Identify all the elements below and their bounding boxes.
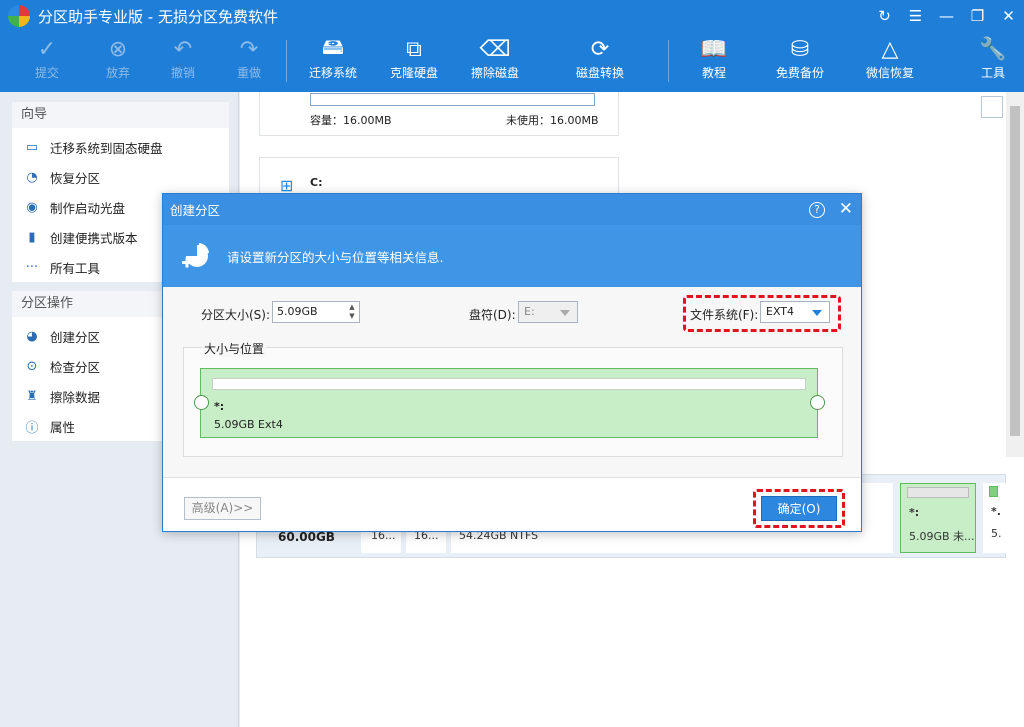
backup-icon: ⛁ [790, 36, 810, 62]
window-title: 分区助手专业版 - 无损分区免费软件 [38, 7, 278, 26]
redo-icon: ↷ [239, 36, 259, 62]
toolbar-tools-button[interactable]: 🔧 工具 [978, 32, 1008, 92]
menu-icon[interactable]: ☰ [900, 0, 931, 32]
partition-size-text: 5.09GB Ext4 [214, 418, 283, 431]
size-spinbox[interactable]: 5.09GB ▲ ▼ [272, 301, 360, 323]
capacity-text: 容量：16.00MB [310, 114, 392, 127]
more-icon: ··· [25, 259, 39, 275]
ok-button[interactable]: 确定(O) [761, 496, 837, 521]
toolbar-commit-button[interactable]: ✓ 提交 [27, 32, 67, 92]
dialog-banner: 请设置新分区的大小与位置等相关信息. [163, 225, 861, 287]
create-partition-icon: ◕ [26, 328, 38, 344]
tools-icon: 🔧 [979, 36, 1007, 62]
sidebar-item-migrate[interactable]: ▭ 迁移系统到固态硬盘 [12, 132, 229, 162]
chevron-down-icon [812, 310, 822, 316]
check-icon: ✓ [37, 36, 57, 62]
undo-icon: ↶ [173, 36, 193, 62]
create-partition-icon [181, 241, 211, 271]
create-partition-dialog: 创建分区 ? ✕ 请设置新分区的大小与位置等相关信息. 分区大小(S): 5.0… [162, 193, 862, 532]
check-partition-icon: ⊙ [26, 358, 38, 374]
filesystem-select[interactable]: EXT4 [760, 301, 830, 323]
drive-letter-select[interactable]: E: [518, 301, 578, 323]
recover-partition-icon: ◔ [26, 169, 38, 185]
toolbar-tutorial-button[interactable]: 📖 教程 [698, 32, 730, 92]
dialog-close-button[interactable]: ✕ [839, 199, 853, 219]
partition-card-c[interactable]: ⊞ C: [259, 157, 619, 197]
vertical-scrollbar[interactable] [1006, 92, 1024, 457]
disk-convert-icon: ⟳ [590, 36, 610, 62]
banner-text: 请设置新分区的大小与位置等相关信息. [227, 249, 444, 265]
spin-arrows-icon[interactable]: ▲ ▼ [346, 303, 358, 321]
app-logo-icon [8, 5, 30, 27]
sidebar-item-recover-partition[interactable]: ◔ 恢复分区 [12, 162, 229, 192]
recovery-icon: △ [881, 36, 899, 62]
toolbar-backup-button[interactable]: ⛁ 免费备份 [772, 32, 828, 92]
restore-button[interactable]: ❐ [962, 0, 993, 32]
dialog-title-bar: 创建分区 ? ✕ [163, 194, 861, 225]
dialog-footer: 高级(A)>> 确定(O) [163, 477, 861, 531]
chevron-down-icon [560, 310, 570, 316]
toolbar-wipe-disk-button[interactable]: ⌫ 擦除磁盘 [467, 32, 523, 92]
toolbar-migrate-os-button[interactable]: 🖴 迁移系统 [305, 32, 361, 92]
minimize-button[interactable]: — [931, 0, 962, 32]
toolbar-discard-button[interactable]: ⊗ 放弃 [98, 32, 138, 92]
info-icon: ⓘ [25, 420, 39, 436]
resize-handle-right[interactable] [810, 395, 825, 410]
boot-disc-icon: ◉ [26, 199, 38, 215]
refresh-icon[interactable]: ↻ [869, 0, 900, 32]
toolbar: ✓ 提交 ⊗ 放弃 ↶ 撤销 ↷ 重做 🖴 迁移系统 ⧉ 克隆硬盘 ⌫ 擦除磁盘… [0, 32, 1024, 92]
disk-block-new[interactable]: *: 5.09GB 未... [900, 483, 976, 553]
toolbar-separator [286, 40, 287, 82]
resize-handle-left[interactable] [194, 395, 209, 410]
help-icon[interactable]: ? [809, 202, 825, 218]
size-label: 分区大小(S): [201, 308, 271, 322]
wipe-disk-icon: ⌫ [479, 36, 511, 62]
toolbar-separator [668, 40, 669, 82]
dialog-title: 创建分区 [170, 203, 221, 218]
disk-block[interactable]: *. 5. [983, 483, 1007, 553]
drive-letter-label: 盘符(D): [469, 308, 516, 322]
filesystem-label: 文件系统(F): [690, 308, 759, 322]
advanced-button[interactable]: 高级(A)>> [184, 497, 261, 520]
drive-c-label: C: [310, 176, 323, 189]
wizard-title: 向导 [12, 102, 229, 128]
toolbar-redo-button[interactable]: ↷ 重做 [229, 32, 269, 92]
close-button[interactable]: ✕ [993, 0, 1024, 32]
discard-icon: ⊗ [108, 36, 128, 62]
toolbar-disk-convert-button[interactable]: ⟳ 磁盘转换 [572, 32, 628, 92]
disk-size: 60.00GB [278, 530, 335, 544]
view-toggle-button[interactable] [981, 96, 1003, 118]
migrate-os-icon: 🖴 [321, 35, 345, 60]
usage-bar [310, 93, 595, 106]
toolbar-undo-button[interactable]: ↶ 撤销 [163, 32, 203, 92]
partition-label: *: [214, 400, 225, 413]
wipe-data-icon: ♜ [26, 388, 38, 404]
toolbar-recovery-button[interactable]: △ 微信恢复 [862, 32, 918, 92]
clone-disk-icon: ⧉ [406, 36, 422, 62]
unused-text: 未使用：16.00MB [506, 114, 599, 127]
group-title: 大小与位置 [202, 340, 267, 357]
partition-card[interactable]: 容量：16.00MB 未使用：16.00MB [259, 92, 619, 136]
book-icon: 📖 [700, 36, 728, 62]
partition-usage-bar [212, 378, 806, 390]
migrate-icon: ▭ [25, 139, 39, 155]
title-bar: 分区助手专业版 - 无损分区免费软件 ↻ ☰ — ❐ ✕ [0, 0, 1024, 32]
window-controls: ↻ ☰ — ❐ ✕ [869, 0, 1024, 32]
toolbar-clone-disk-button[interactable]: ⧉ 克隆硬盘 [386, 32, 442, 92]
partition-preview[interactable]: *: 5.09GB Ext4 [200, 368, 818, 438]
portable-icon: ▮ [28, 229, 36, 245]
